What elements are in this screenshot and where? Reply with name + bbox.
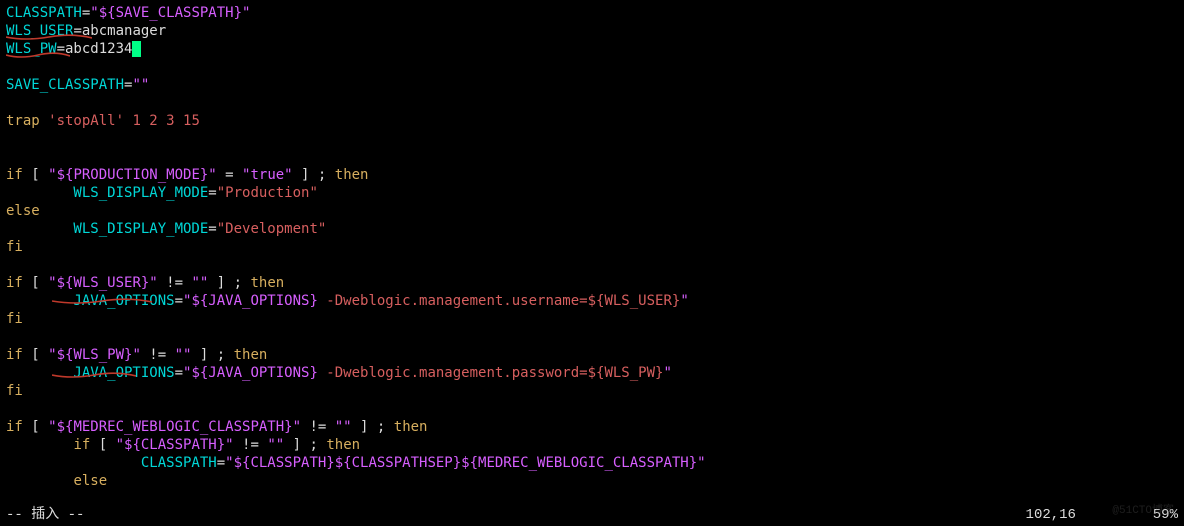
var-classpath: CLASSPATH (6, 5, 82, 21)
scroll-percent: 59% (1153, 507, 1178, 523)
editor-content[interactable]: CLASSPATH="${SAVE_CLASSPATH}" WLS_USER=a… (0, 0, 1184, 494)
cursor (132, 41, 140, 57)
var-wls-user: WLS_USER (6, 23, 73, 39)
cursor-position: 102,16 (1026, 507, 1076, 523)
var-wls-pw: WLS_PW (6, 41, 57, 57)
vim-mode: -- 插入 -- (6, 506, 84, 524)
vim-status-bar: -- 插入 -- 102,16 59% (6, 506, 1178, 524)
